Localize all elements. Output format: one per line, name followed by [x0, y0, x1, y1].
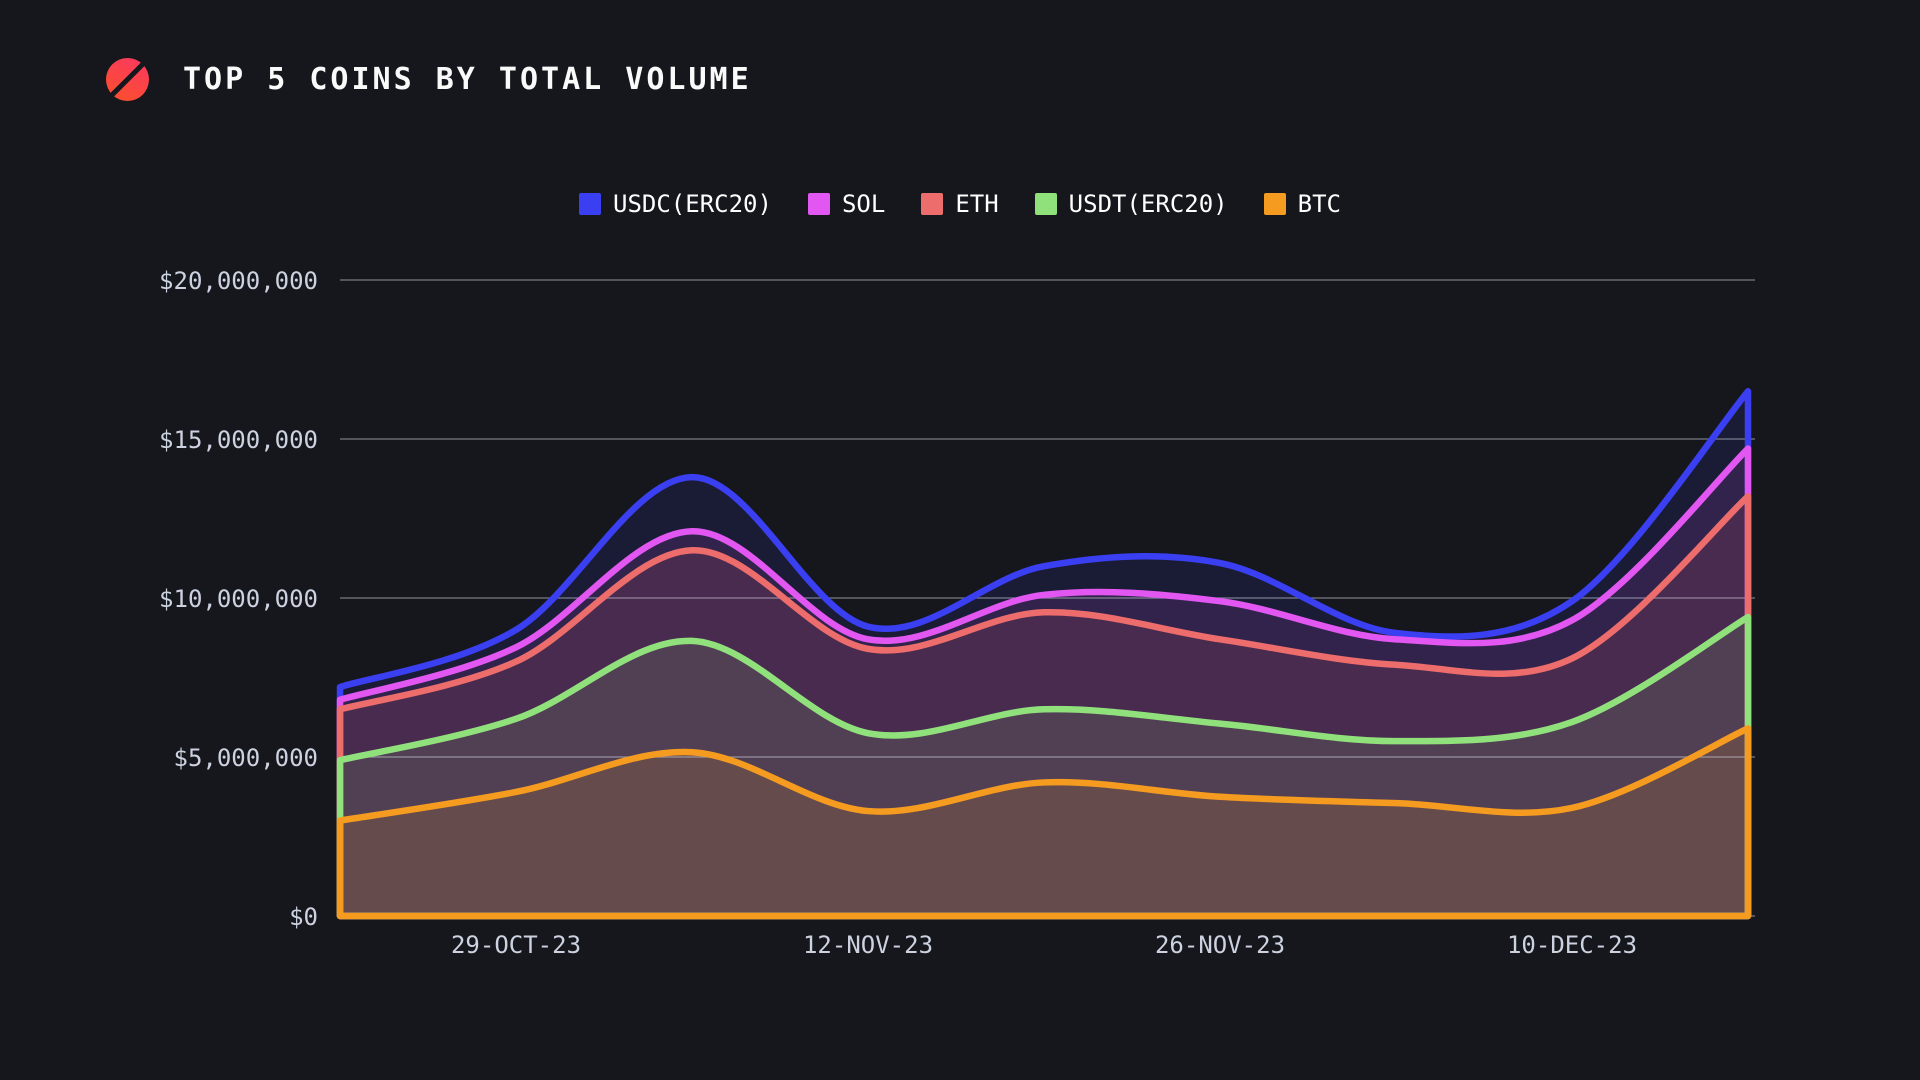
x-axis-tick-label: 26-NOV-23: [1155, 931, 1285, 959]
y-axis-tick-label: $20,000,000: [159, 267, 318, 295]
y-axis-tick-label: $10,000,000: [159, 585, 318, 613]
x-axis-tick-label: 10-DEC-23: [1507, 931, 1637, 959]
dashboard-canvas: { "header": { "logo": "coin-logo", "titl…: [0, 0, 1920, 1080]
x-axis-tick-label: 29-OCT-23: [451, 931, 581, 959]
chart-svg: $0 $5,000,000 $10,000,000 $15,000,000 $20,00…: [0, 0, 1920, 1080]
y-axis-tick-label: $0: [289, 903, 318, 931]
x-axis-tick-label: 12-NOV-23: [803, 931, 933, 959]
y-axis-tick-label: $5,000,000: [174, 744, 319, 772]
y-axis-tick-label: $15,000,000: [159, 426, 318, 454]
